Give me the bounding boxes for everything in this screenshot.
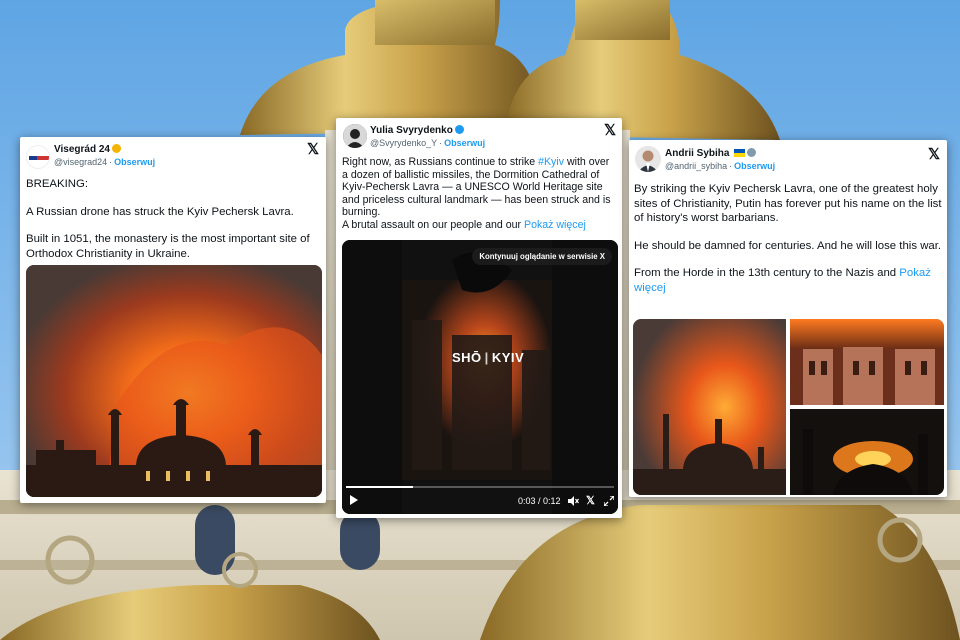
show-more-link[interactable]: Pokaż więcej bbox=[524, 219, 586, 231]
verified-gray-icon bbox=[747, 148, 757, 157]
x-logo-icon[interactable]: 𝕏 bbox=[604, 123, 616, 138]
tweet-text: Right now, as Russians continue to strik… bbox=[342, 156, 618, 232]
handle-line: @visegrad24 · Obserwuj bbox=[54, 157, 156, 167]
verified-gold-icon bbox=[111, 144, 121, 153]
follow-button[interactable]: Obserwuj bbox=[444, 138, 485, 148]
grid-image-bottom-right bbox=[790, 409, 944, 495]
author-handle[interactable]: @Svyrydenko_Y bbox=[370, 138, 437, 148]
video-progress-fill bbox=[346, 486, 413, 488]
hashtag-link[interactable]: #Kyiv bbox=[538, 156, 564, 168]
tweet-paragraph: From the Horde in the 13th century to th… bbox=[634, 267, 900, 280]
video-frame bbox=[342, 240, 618, 514]
video-watermark: SHŌ | KYIV bbox=[452, 350, 525, 365]
image-grid bbox=[633, 319, 944, 495]
video-progress-track[interactable] bbox=[346, 486, 614, 488]
x-video-icon[interactable]: 𝕏 bbox=[586, 494, 595, 507]
author-name[interactable]: Andrii Sybiha bbox=[665, 148, 757, 159]
person-avatar-icon bbox=[343, 124, 367, 148]
tweet-text: By striking the Kyiv Pechersk Lavra, one… bbox=[634, 182, 944, 296]
tweet-paragraph: By striking the Kyiv Pechersk Lavra, one… bbox=[634, 183, 942, 225]
tweet-card-sybiha: Andrii Sybiha @andrii_sybiha · Obserwuj 𝕏 … bbox=[629, 140, 947, 497]
author-handle[interactable]: @visegrad24 bbox=[54, 157, 107, 167]
tweet-video[interactable]: Kontynuuj oglądanie w serwisie X SHŌ | KYI… bbox=[342, 240, 618, 514]
tweet-image-fire[interactable] bbox=[26, 265, 322, 497]
tweet-line: Built in 1051, the monastery is the most… bbox=[26, 233, 310, 260]
volume-icon[interactable] bbox=[568, 496, 579, 506]
play-icon[interactable] bbox=[350, 495, 358, 505]
avatar[interactable] bbox=[26, 145, 50, 169]
tweet-line: A Russian drone has struck the Kyiv Pech… bbox=[26, 205, 294, 218]
tweet-card-svyrydenko: Yulia Svyrydenko @Svyrydenko_Y · Obserwuj … bbox=[336, 118, 622, 518]
ukraine-flag-icon bbox=[734, 149, 746, 157]
tweet-line: BREAKING: bbox=[26, 178, 89, 190]
tweet-image-grid bbox=[633, 319, 944, 495]
follow-button[interactable]: Obserwuj bbox=[114, 157, 155, 167]
follow-button[interactable]: Obserwuj bbox=[734, 161, 775, 171]
handle-line: @andrii_sybiha · Obserwuj bbox=[665, 161, 776, 171]
avatar[interactable] bbox=[635, 146, 661, 172]
tweet-text: BREAKING: A Russian drone has struck the… bbox=[26, 177, 322, 261]
visegrad-logo-icon bbox=[29, 156, 49, 160]
burning-cathedral-image bbox=[26, 265, 322, 497]
tweet-text-part: Right now, as Russians continue to strik… bbox=[342, 156, 539, 168]
avatar[interactable] bbox=[343, 124, 367, 148]
tweet-paragraph: He should be damned for centuries. And h… bbox=[634, 239, 942, 252]
author-name[interactable]: Yulia Svyrydenko bbox=[370, 125, 464, 136]
grid-image-left bbox=[633, 319, 786, 495]
tweet-text-part: A brutal assault on our people and our bbox=[342, 218, 524, 231]
continue-watching-button[interactable]: Kontynuuj oglądanie w serwisie X bbox=[472, 248, 612, 265]
x-logo-icon[interactable]: 𝕏 bbox=[928, 147, 940, 162]
author-name[interactable]: Visegrád 24 bbox=[54, 144, 121, 155]
tweet-card-visegrad: Visegrád 24 @visegrad24 · Obserwuj 𝕏 BREAK… bbox=[20, 137, 326, 503]
x-logo-icon[interactable]: 𝕏 bbox=[307, 142, 319, 157]
person-avatar-icon bbox=[635, 146, 661, 172]
grid-image-top-right bbox=[790, 319, 944, 405]
fullscreen-icon[interactable] bbox=[604, 496, 614, 506]
author-handle[interactable]: @andrii_sybiha bbox=[665, 161, 727, 171]
handle-line: @Svyrydenko_Y · Obserwuj bbox=[370, 138, 486, 148]
video-time: 0:03 / 0:12 bbox=[518, 496, 561, 506]
verified-blue-icon bbox=[454, 125, 464, 134]
